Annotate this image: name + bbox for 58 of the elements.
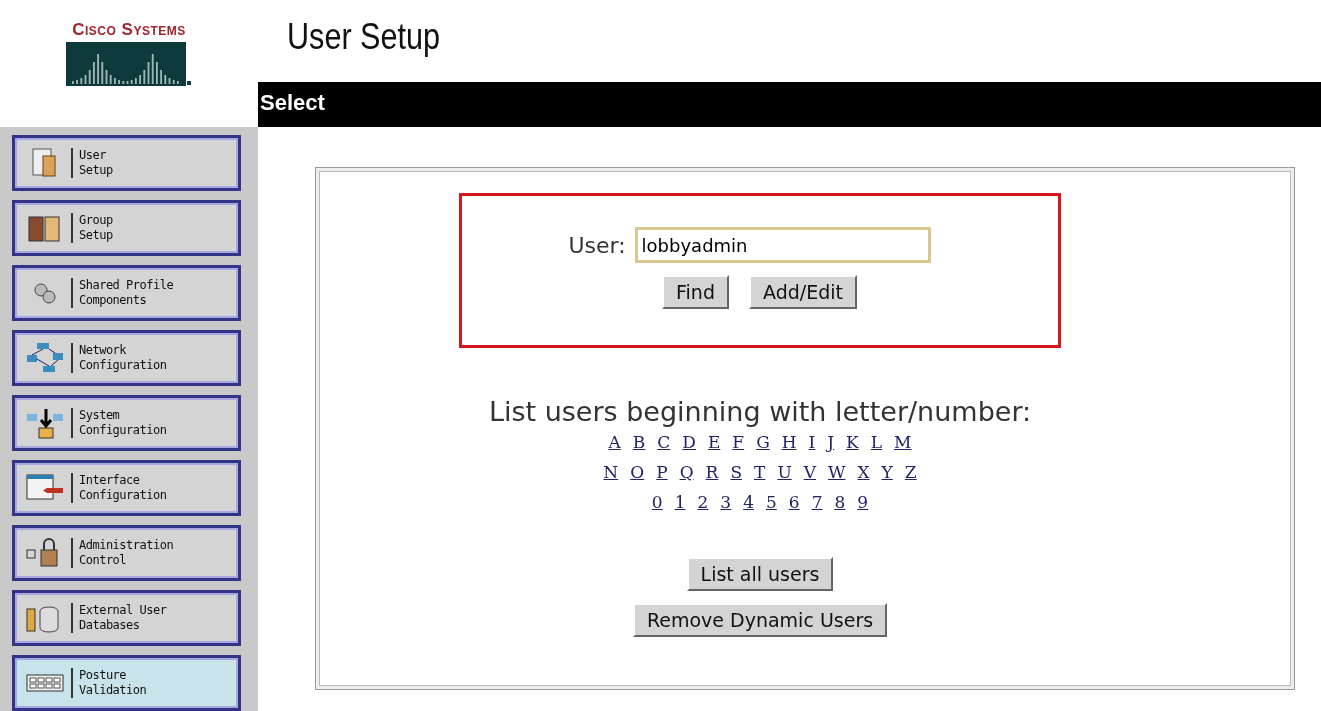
letter-link[interactable]: P [656, 457, 668, 487]
letter-link[interactable]: 2 [697, 487, 709, 517]
network-icon [25, 341, 65, 375]
user-label: User: [568, 232, 626, 258]
nav-button[interactable]: User Setup [12, 135, 241, 191]
letter-link[interactable]: 6 [788, 487, 800, 517]
letter-link[interactable]: V [803, 457, 816, 487]
letter-link[interactable]: 0 [651, 487, 663, 517]
letter-link[interactable]: 8 [834, 487, 846, 517]
letter-link[interactable]: 9 [857, 487, 869, 517]
list-heading: List users beginning with letter/number: [488, 396, 1032, 427]
letter-link[interactable]: I [808, 427, 816, 457]
nav-button[interactable]: Network Configuration [12, 330, 241, 386]
letter-link[interactable]: C [657, 427, 671, 457]
letter-link[interactable]: R [705, 457, 719, 487]
letter-link[interactable]: N [603, 457, 619, 487]
letter-link[interactable]: Q [679, 457, 694, 487]
letter-link[interactable]: Z [904, 457, 917, 487]
letter-link[interactable]: T [754, 457, 766, 487]
logo-wordmark: Cisco Systems [72, 20, 186, 40]
logo-bars-icon [66, 42, 192, 86]
nav-button[interactable]: Posture Validation [12, 655, 241, 711]
nav-button[interactable]: External User Databases [12, 590, 241, 646]
letter-link[interactable]: M [894, 427, 912, 457]
letter-link[interactable]: O [630, 457, 645, 487]
letter-link[interactable]: D [682, 427, 696, 457]
letter-link[interactable]: H [781, 427, 797, 457]
letter-link[interactable]: 1 [674, 487, 686, 517]
nav-button[interactable]: Group Setup [12, 200, 241, 256]
letter-link[interactable]: Y [881, 457, 893, 487]
letter-link[interactable]: 5 [766, 487, 777, 517]
system-download-icon [25, 406, 65, 440]
letter-link[interactable]: K [846, 427, 859, 457]
find-button[interactable]: Find [662, 275, 729, 309]
letter-link[interactable]: W [828, 457, 846, 487]
letter-link[interactable]: E [707, 427, 721, 457]
section-bar: Select [258, 82, 1321, 127]
letter-link[interactable]: S [730, 457, 743, 487]
nav-button[interactable]: Administration Control [12, 525, 241, 581]
letter-link[interactable]: G [756, 427, 770, 457]
nav-button[interactable]: Interface Configuration [12, 460, 241, 516]
nav-button[interactable]: Shared Profile Components [12, 265, 241, 321]
list-all-users-button[interactable]: List all users [686, 557, 834, 591]
letter-link[interactable]: L [870, 427, 883, 457]
letter-link[interactable]: J [827, 427, 835, 457]
letter-link[interactable]: 4 [743, 487, 754, 517]
remove-dynamic-users-button[interactable]: Remove Dynamic Users [632, 603, 888, 637]
letter-link[interactable]: U [777, 457, 792, 487]
letter-link[interactable]: A [608, 427, 621, 457]
nav-button[interactable]: System Configuration [12, 395, 241, 451]
letter-link[interactable]: B [632, 427, 646, 457]
page-title: User Setup [287, 16, 442, 59]
add-edit-button[interactable]: Add/Edit [748, 275, 857, 309]
letter-link[interactable]: X [857, 457, 870, 487]
letter-link[interactable]: 7 [811, 487, 823, 517]
letter-link[interactable]: F [732, 427, 745, 457]
letter-link[interactable]: 3 [720, 487, 732, 517]
user-input-field[interactable]: lobbyadmin [634, 227, 931, 263]
